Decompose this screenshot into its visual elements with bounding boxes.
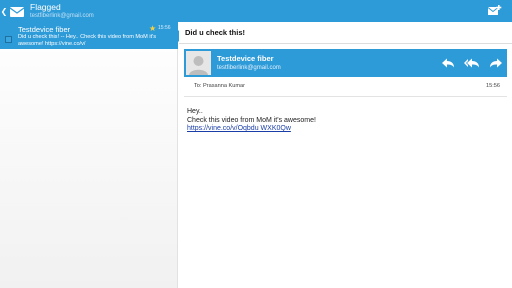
folder-title: Flagged bbox=[30, 1, 61, 12]
envelope-icon[interactable] bbox=[9, 5, 25, 18]
sender-name: Testdevice fiber bbox=[217, 54, 274, 63]
forward-icon[interactable] bbox=[489, 56, 503, 70]
compose-mail-icon[interactable] bbox=[487, 4, 502, 16]
message-time: 15:56 bbox=[486, 83, 500, 89]
chevron-left-icon[interactable]: ❮ bbox=[0, 0, 8, 22]
reading-pane: Did u check this! Testdevice fiber testf… bbox=[179, 22, 512, 288]
reply-icon[interactable] bbox=[441, 56, 455, 70]
list-item[interactable]: Testdevice fiber ★ 15:56 Did u check thi… bbox=[0, 22, 184, 49]
to-label: To: bbox=[194, 83, 202, 89]
body-line: Hey.. bbox=[187, 108, 203, 115]
recipient-name: Prasanna Kumar bbox=[203, 83, 246, 89]
divider bbox=[184, 96, 507, 97]
body-line: Check this video from MoM it's awesome! bbox=[187, 116, 316, 124]
list-item-sender: Testdevice fiber bbox=[18, 25, 71, 34]
divider bbox=[179, 43, 512, 44]
list-item-time: 15:56 bbox=[158, 25, 171, 31]
message-body: Hey.. Check this video from MoM it's awe… bbox=[187, 108, 316, 134]
message-subject: Did u check this! bbox=[185, 28, 246, 37]
message-list: Testdevice fiber ★ 15:56 Did u check thi… bbox=[0, 22, 184, 288]
body-link[interactable]: https://vine.co/v/Oqbdu WXK0Qw bbox=[187, 125, 316, 134]
app-bar: ❮ Flagged testfiberlink@gmail.com bbox=[0, 0, 512, 22]
sender-header: Testdevice fiber testfiberlink@gmail.com bbox=[184, 49, 507, 77]
list-item-snippet: Did u check this! -- Hey.. Check this vi… bbox=[18, 34, 157, 47]
reply-all-icon[interactable] bbox=[464, 56, 480, 70]
select-checkbox[interactable] bbox=[5, 36, 12, 43]
star-icon[interactable]: ★ bbox=[149, 24, 156, 33]
folder-header: Flagged testfiberlink@gmail.com bbox=[30, 3, 94, 20]
account-email: testfiberlink@gmail.com bbox=[30, 13, 94, 20]
avatar bbox=[186, 51, 211, 75]
sender-email: testfiberlink@gmail.com bbox=[217, 65, 281, 71]
recipient-line: To: Prasanna Kumar bbox=[194, 83, 245, 89]
